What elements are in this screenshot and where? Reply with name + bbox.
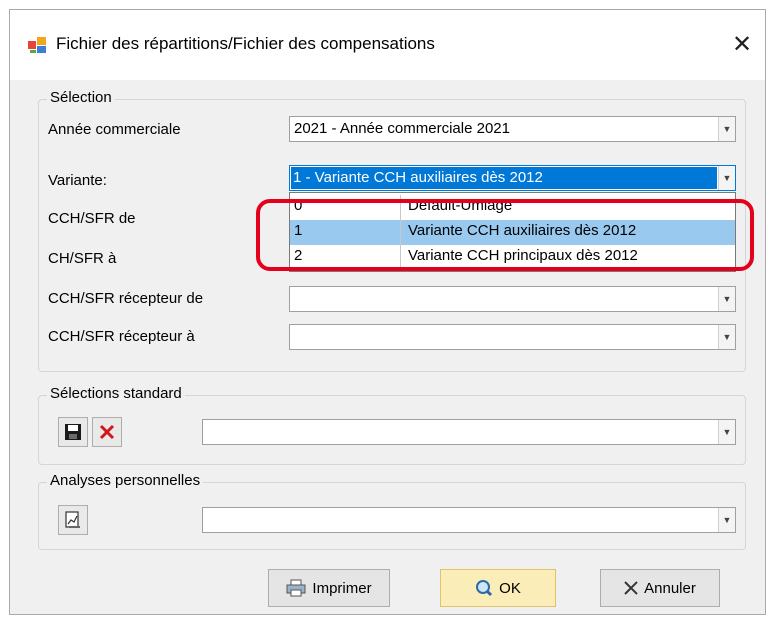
cch-de-label: CCH/SFR de	[48, 210, 136, 227]
print-button[interactable]: Imprimer	[268, 569, 390, 607]
chevron-down-icon[interactable]: ▼	[718, 420, 735, 444]
window-title: Fichier des répartitions/Fichier des com…	[56, 34, 435, 53]
ok-label: OK	[499, 579, 521, 597]
annee-select[interactable]: 2021 - Année commerciale 2021 ▼	[289, 116, 736, 142]
print-label: Imprimer	[312, 579, 372, 597]
recepteur-a-label: CCH/SFR récepteur à	[48, 328, 195, 345]
ch-a-label: CH/SFR à	[48, 250, 117, 267]
annotation-highlight	[256, 199, 754, 271]
annee-label: Année commerciale	[48, 121, 181, 138]
dialog-window: Fichier des répartitions/Fichier des com…	[9, 9, 766, 615]
chevron-down-icon[interactable]: ▼	[718, 508, 735, 532]
delete-button[interactable]	[92, 417, 122, 447]
standard-group-title: Sélections standard	[47, 385, 185, 402]
cancel-button[interactable]: Annuler	[600, 569, 720, 607]
variante-value: 1 - Variante CCH auxiliaires dès 2012	[293, 169, 543, 186]
selection-group-title: Sélection	[47, 89, 115, 106]
recepteur-a-select[interactable]: ▼	[289, 324, 736, 350]
close-icon: ✕	[731, 30, 753, 58]
delete-icon	[99, 424, 115, 440]
recepteur-de-label: CCH/SFR récepteur de	[48, 290, 204, 307]
save-button[interactable]	[58, 417, 88, 447]
recepteur-de-select[interactable]: ▼	[289, 286, 736, 312]
chevron-down-icon[interactable]: ▼	[718, 117, 735, 141]
variante-label: Variante:	[48, 172, 107, 189]
report-icon	[65, 511, 80, 528]
personal-select[interactable]: ▼	[202, 507, 736, 533]
printer-icon	[286, 579, 306, 597]
cancel-icon	[624, 581, 638, 595]
chevron-down-icon[interactable]: ▼	[718, 166, 735, 190]
standard-select[interactable]: ▼	[202, 419, 736, 445]
ok-button[interactable]: OK	[440, 569, 556, 607]
analysis-button[interactable]	[58, 505, 88, 535]
title-bar: Fichier des répartitions/Fichier des com…	[10, 10, 765, 80]
close-button[interactable]: ✕	[719, 22, 765, 66]
cancel-label: Annuler	[644, 579, 696, 597]
personal-group-title: Analyses personnelles	[47, 472, 204, 489]
annee-value: 2021 - Année commerciale 2021	[294, 120, 510, 137]
app-icon	[28, 37, 46, 53]
save-icon	[65, 424, 81, 440]
chevron-down-icon[interactable]: ▼	[718, 325, 735, 349]
variante-select[interactable]: 1 - Variante CCH auxiliaires dès 2012 ▼	[289, 165, 736, 191]
ok-icon	[476, 580, 493, 597]
chevron-down-icon[interactable]: ▼	[718, 287, 735, 311]
